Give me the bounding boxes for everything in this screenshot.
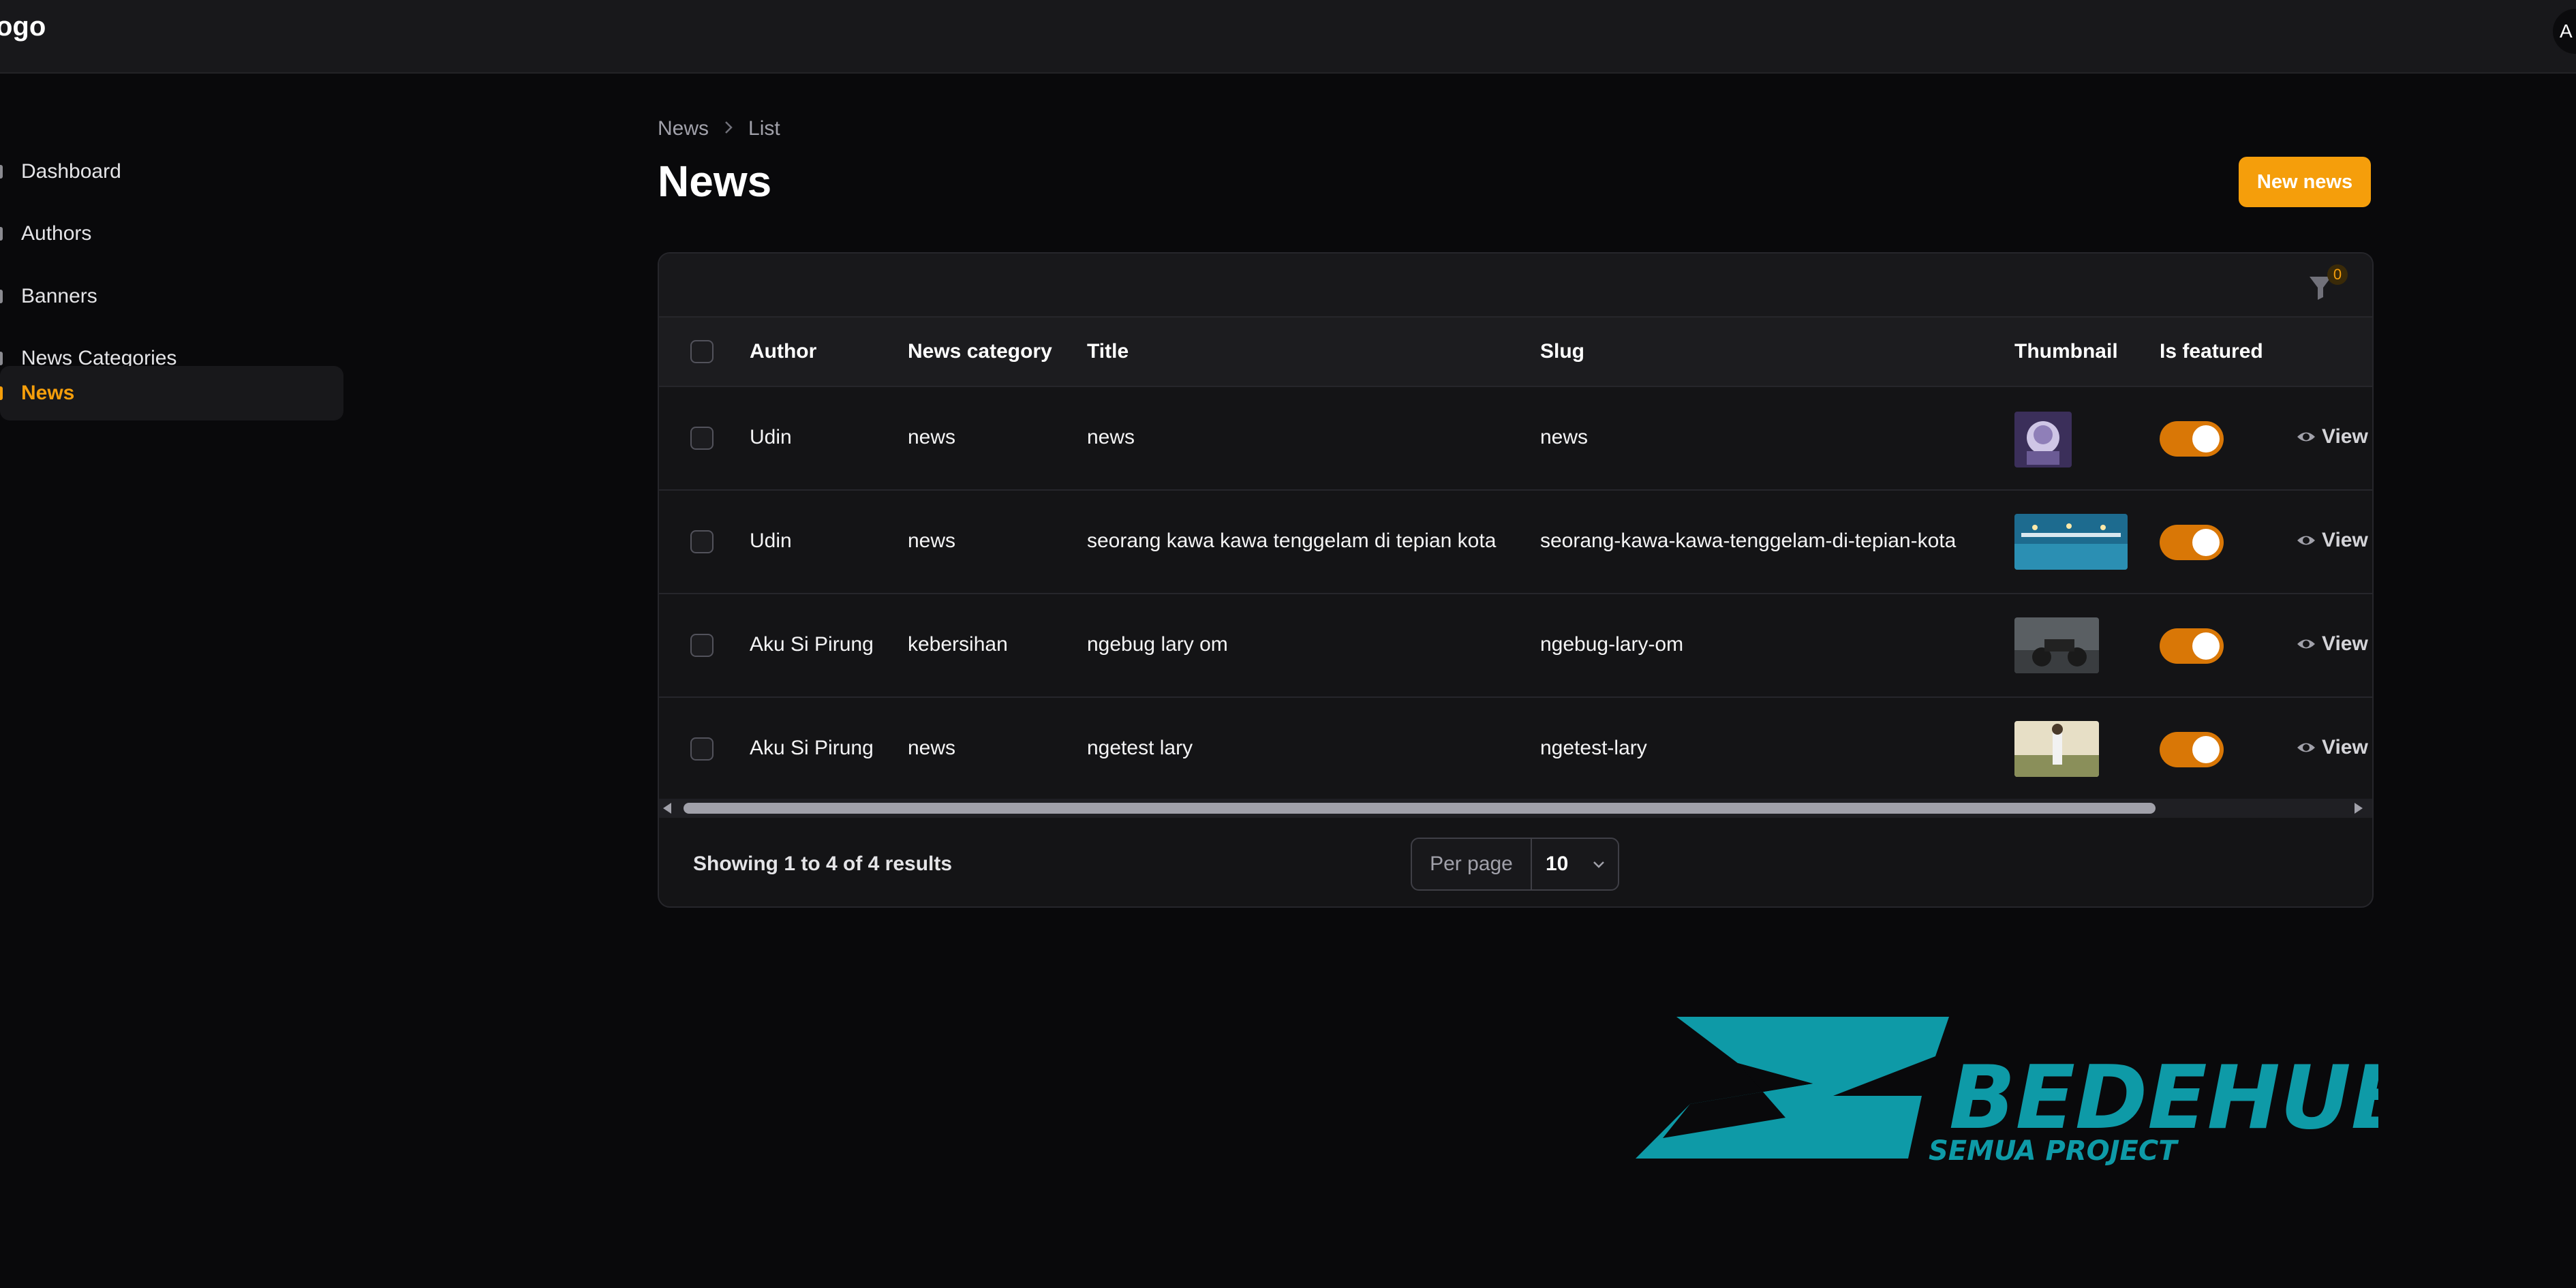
cell-category: news	[908, 530, 956, 552]
cell-category: kebersihan	[908, 633, 1008, 656]
cell-author: Aku Si Pirung	[750, 633, 874, 656]
table-toolbar: 0	[659, 254, 2372, 318]
eye-icon	[2297, 743, 2315, 752]
cell-title: ngetest lary	[1087, 737, 1193, 759]
featured-toggle[interactable]	[2160, 732, 2224, 767]
row-checkbox[interactable]	[690, 427, 714, 450]
sidebar: Dashboard Authors Banners News Categorie…	[0, 72, 348, 1288]
column-is-featured[interactable]: Is featured	[2160, 339, 2263, 364]
column-author[interactable]: Author	[750, 339, 816, 364]
cell-author: Udin	[750, 426, 792, 448]
toggle-knob	[2192, 529, 2220, 556]
toggle-knob	[2192, 425, 2220, 453]
cell-title: ngebug lary om	[1087, 633, 1228, 656]
filter-button[interactable]: 0	[2308, 264, 2348, 301]
sidebar-item-news[interactable]: News	[0, 366, 343, 420]
sidebar-item-banners[interactable]: Banners	[0, 269, 343, 324]
sidebar-item-authors[interactable]: Authors	[0, 206, 343, 261]
breadcrumb-list: List	[748, 117, 780, 140]
newspaper-icon	[0, 386, 3, 400]
table-header: Author News category Title Slug Thumbnai…	[659, 318, 2372, 387]
banner-icon	[0, 290, 3, 303]
app-logo[interactable]: ogo	[0, 10, 46, 44]
scrollbar-thumb[interactable]	[684, 803, 2156, 814]
cell-title: news	[1087, 426, 1135, 448]
column-news-category[interactable]: News category	[908, 339, 1052, 364]
bedehub-watermark-logo: BEDEHUB SEMUA PROJECT	[1636, 1017, 2378, 1165]
watermark-tagline: SEMUA PROJECT	[1929, 1135, 2179, 1165]
cell-category: news	[908, 737, 956, 759]
top-bar: ogo A	[0, 0, 2576, 74]
cell-slug: ngebug-lary-om	[1540, 633, 1684, 656]
view-label: View	[2322, 425, 2368, 448]
per-page-label: Per page	[1412, 839, 1532, 889]
table-row[interactable]: Udin news news news View	[659, 387, 2372, 491]
cell-author: Aku Si Pirung	[750, 737, 874, 759]
scroll-left-arrow-icon[interactable]	[663, 803, 671, 814]
view-label: View	[2322, 632, 2368, 655]
column-slug[interactable]: Slug	[1540, 339, 1584, 364]
filter-count-badge: 0	[2327, 264, 2348, 285]
featured-toggle[interactable]	[2160, 421, 2224, 457]
chevron-right-icon	[724, 117, 733, 140]
breadcrumb-news[interactable]: News	[658, 117, 709, 140]
toggle-knob	[2192, 736, 2220, 763]
per-page-select[interactable]: Per page 10	[1411, 838, 1619, 891]
table-row[interactable]: Aku Si Pirung news ngetest lary ngetest-…	[659, 698, 2372, 801]
horizontal-scrollbar[interactable]	[659, 799, 2372, 818]
featured-toggle[interactable]	[2160, 628, 2224, 664]
row-checkbox[interactable]	[690, 737, 714, 761]
breadcrumb: News List	[658, 117, 780, 140]
eye-icon	[2297, 536, 2315, 545]
view-action[interactable]: View	[2296, 632, 2368, 656]
page-title: News	[658, 157, 772, 206]
view-action[interactable]: View	[2296, 425, 2368, 448]
toggle-knob	[2192, 632, 2220, 660]
cell-title: seorang kawa kawa tenggelam di tepian ko…	[1087, 530, 1497, 552]
news-table-card: 0 Author News category Title Slug Thumbn…	[658, 252, 2374, 908]
thumbnail-image	[2014, 721, 2099, 777]
column-title[interactable]: Title	[1087, 339, 1129, 364]
dashboard-icon	[0, 165, 3, 179]
view-label: View	[2322, 736, 2368, 758]
table-row[interactable]: Udin news seorang kawa kawa tenggelam di…	[659, 491, 2372, 594]
thumbnail-image	[2014, 412, 2072, 467]
eye-icon	[2297, 432, 2315, 442]
sidebar-item-label: Banners	[21, 285, 97, 307]
view-action[interactable]: View	[2296, 529, 2368, 552]
tag-icon	[0, 352, 3, 365]
sidebar-item-dashboard[interactable]: Dashboard	[0, 144, 343, 199]
user-avatar[interactable]: A	[2553, 9, 2576, 54]
sidebar-item-label: Authors	[21, 222, 92, 245]
users-icon	[0, 227, 3, 241]
featured-toggle[interactable]	[2160, 525, 2224, 560]
column-thumbnail[interactable]: Thumbnail	[2014, 339, 2118, 364]
scroll-right-arrow-icon[interactable]	[2355, 803, 2363, 814]
eye-icon	[2297, 639, 2315, 649]
chevron-down-icon	[1593, 861, 1604, 868]
row-checkbox[interactable]	[690, 530, 714, 553]
new-news-button[interactable]: New news	[2239, 157, 2371, 207]
table-row[interactable]: Aku Si Pirung kebersihan ngebug lary om …	[659, 594, 2372, 698]
cell-author: Udin	[750, 530, 792, 552]
cell-slug: news	[1540, 426, 1589, 448]
watermark-brand: BEDEHUB	[1949, 1047, 2378, 1149]
cell-slug: seorang-kawa-kawa-tenggelam-di-tepian-ko…	[1540, 530, 1957, 552]
view-action[interactable]: View	[2296, 736, 2368, 759]
view-label: View	[2322, 529, 2368, 551]
sidebar-item-label: News	[21, 382, 75, 404]
select-all-checkbox[interactable]	[690, 340, 714, 363]
per-page-value[interactable]: 10	[1546, 852, 1568, 876]
row-checkbox[interactable]	[690, 634, 714, 657]
sidebar-item-label: Dashboard	[21, 160, 121, 183]
pagination-summary: Showing 1 to 4 of 4 results	[693, 853, 953, 875]
thumbnail-image	[2014, 514, 2128, 570]
cell-category: news	[908, 426, 956, 448]
cell-slug: ngetest-lary	[1540, 737, 1647, 759]
thumbnail-image	[2014, 617, 2099, 673]
